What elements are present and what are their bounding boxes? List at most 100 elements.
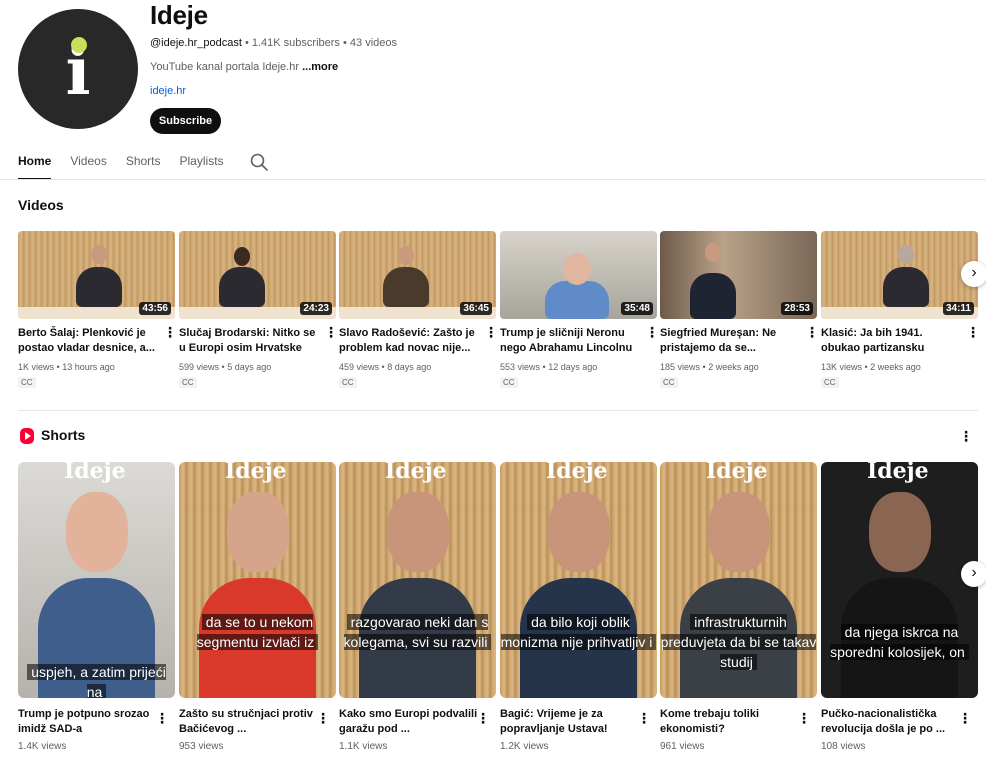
- more-icon[interactable]: ⋮: [797, 711, 811, 725]
- video-title[interactable]: Siegfried Mureşan: Ne pristajemo da se..…: [660, 326, 800, 356]
- more-icon[interactable]: ⋮: [645, 325, 659, 339]
- video-card[interactable]: 28:53 Siegfried Mureşan: Ne pristajemo d…: [660, 231, 819, 390]
- video-age: 13 hours ago: [62, 362, 115, 372]
- short-views: 108 views: [821, 741, 866, 752]
- thumbnail-figure: [76, 267, 122, 307]
- videos-next-arrow-icon[interactable]: ›: [961, 261, 986, 287]
- thumbnail-figure: [545, 281, 609, 319]
- video-title[interactable]: Klasić: Ja bih 1941. obukao partizansku …: [821, 326, 961, 356]
- video-card[interactable]: 35:48 Trump je sličniji Neronu nego Abra…: [500, 231, 659, 390]
- more-link[interactable]: ...more: [302, 61, 338, 73]
- channel-tabs: Home Videos Shorts Playlists: [18, 148, 243, 180]
- video-card[interactable]: 24:23 Slučaj Brodarski: Nitko se u Europ…: [179, 231, 338, 390]
- cc-badge: CC: [339, 377, 357, 388]
- more-icon[interactable]: ⋮: [163, 325, 177, 339]
- short-logo: Ideje: [64, 462, 126, 484]
- video-views: 185 views: [660, 362, 701, 372]
- video-views: 1K views: [18, 362, 55, 372]
- short-logo: Ideje: [546, 462, 608, 484]
- tabs-divider: [0, 179, 986, 180]
- video-card[interactable]: 36:45 Slavo Radošević: Zašto je problem …: [339, 231, 498, 390]
- thumbnail-figure: [383, 267, 429, 307]
- video-card[interactable]: 43:56 Berto Šalaj: Plenković je postao v…: [18, 231, 177, 390]
- short-card[interactable]: Ideje razgovarao neki dan s kolegama, sv…: [339, 462, 496, 752]
- short-thumbnail[interactable]: Ideje da bilo koji oblik monizma nije pr…: [500, 462, 657, 698]
- video-duration: 24:23: [300, 302, 332, 315]
- short-thumbnail[interactable]: Ideje da se to u nekom segmentu izvlači …: [179, 462, 336, 698]
- short-thumbnail[interactable]: Ideje infrastrukturnih preduvjeta da bi …: [660, 462, 817, 698]
- video-age: 5 days ago: [227, 362, 272, 372]
- short-card[interactable]: Ideje infrastrukturnih preduvjeta da bi …: [660, 462, 817, 752]
- short-title[interactable]: Pučko-nacionalistička revolucija došla j…: [821, 707, 961, 737]
- thumbnail-face: [66, 492, 128, 572]
- short-card[interactable]: Ideje uspjeh, a zatim prijeći na Trump j…: [18, 462, 175, 752]
- description-text: YouTube kanal portala Ideje.hr: [150, 61, 300, 73]
- shorts-more-icon[interactable]: ⋮: [959, 429, 973, 443]
- short-card[interactable]: Ideje da bilo koji oblik monizma nije pr…: [500, 462, 657, 752]
- search-icon[interactable]: [249, 152, 269, 172]
- video-views: 459 views: [339, 362, 380, 372]
- video-age: 2 weeks ago: [708, 362, 759, 372]
- thumbnail-figure-head: [91, 245, 107, 264]
- short-views: 1.1K views: [339, 741, 388, 752]
- short-thumbnail[interactable]: Ideje uspjeh, a zatim prijeći na: [18, 462, 175, 698]
- tab-playlists[interactable]: Playlists: [180, 148, 224, 180]
- short-title[interactable]: Zašto su stručnjaci protiv Bačićevog ...: [179, 707, 319, 737]
- tab-home[interactable]: Home: [18, 148, 52, 180]
- channel-link[interactable]: ideje.hr: [150, 85, 186, 97]
- tab-videos[interactable]: Videos: [70, 148, 106, 180]
- short-title[interactable]: Trump je potpuno srozao imidž SAD-a: [18, 707, 158, 737]
- more-icon[interactable]: ⋮: [637, 711, 651, 725]
- video-thumbnail[interactable]: 28:53: [660, 231, 817, 319]
- section-divider: [18, 410, 978, 411]
- short-card[interactable]: Ideje da se to u nekom segmentu izvlači …: [179, 462, 336, 752]
- short-logo: Ideje: [385, 462, 447, 484]
- more-icon[interactable]: ⋮: [476, 711, 490, 725]
- thumbnail-face: [548, 492, 610, 572]
- video-title[interactable]: Trump je sličniji Neronu nego Abrahamu L…: [500, 326, 640, 356]
- video-views: 599 views: [179, 362, 220, 372]
- video-meta: 459 views • 8 days ago: [339, 362, 432, 372]
- video-duration: 43:56: [139, 302, 171, 315]
- videos-section-title[interactable]: Videos: [18, 197, 64, 213]
- video-age: 8 days ago: [387, 362, 432, 372]
- short-card[interactable]: Ideje da njega iskrca na sporedni kolosi…: [821, 462, 978, 752]
- subscribe-button[interactable]: Subscribe: [150, 108, 221, 134]
- channel-avatar[interactable]: i: [18, 9, 138, 129]
- video-title[interactable]: Berto Šalaj: Plenković je postao vladar …: [18, 326, 158, 356]
- video-thumbnail[interactable]: 35:48: [500, 231, 657, 319]
- video-duration: 34:11: [942, 302, 974, 315]
- video-meta: 185 views • 2 weeks ago: [660, 362, 759, 372]
- short-thumbnail[interactable]: Ideje razgovarao neki dan s kolegama, sv…: [339, 462, 496, 698]
- more-icon[interactable]: ⋮: [484, 325, 498, 339]
- short-title[interactable]: Bagić: Vrijeme je za popravljanje Ustava…: [500, 707, 640, 737]
- cc-badge: CC: [179, 377, 197, 388]
- video-thumbnail[interactable]: 24:23: [179, 231, 336, 319]
- video-title[interactable]: Slučaj Brodarski: Nitko se u Europi osim…: [179, 326, 319, 356]
- video-meta: 599 views • 5 days ago: [179, 362, 272, 372]
- more-icon[interactable]: ⋮: [805, 325, 819, 339]
- channel-description[interactable]: YouTube kanal portala Ideje.hr ...more: [150, 61, 338, 73]
- short-title[interactable]: Kako smo Europi podvalili garažu pod ...: [339, 707, 479, 737]
- more-icon[interactable]: ⋮: [324, 325, 338, 339]
- video-card[interactable]: 34:11 Klasić: Ja bih 1941. obukao partiz…: [821, 231, 980, 390]
- video-meta: 553 views • 12 days ago: [500, 362, 598, 372]
- cc-badge: CC: [18, 377, 36, 388]
- thumbnail-figure: [883, 267, 929, 307]
- video-thumbnail[interactable]: 36:45: [339, 231, 496, 319]
- video-views: 553 views: [500, 362, 541, 372]
- short-title[interactable]: Kome trebaju toliki ekonomisti?: [660, 707, 800, 737]
- video-title[interactable]: Slavo Radošević: Zašto je problem kad no…: [339, 326, 479, 356]
- video-views: 13K views: [821, 362, 863, 372]
- shorts-next-arrow-icon[interactable]: ›: [961, 561, 986, 587]
- tab-shorts[interactable]: Shorts: [126, 148, 161, 180]
- video-thumbnail[interactable]: 43:56: [18, 231, 175, 319]
- video-meta: 1K views • 13 hours ago: [18, 362, 115, 372]
- more-icon[interactable]: ⋮: [316, 711, 330, 725]
- more-icon[interactable]: ⋮: [155, 711, 169, 725]
- more-icon[interactable]: ⋮: [966, 325, 980, 339]
- video-thumbnail[interactable]: 34:11: [821, 231, 978, 319]
- more-icon[interactable]: ⋮: [958, 711, 972, 725]
- short-thumbnail[interactable]: Ideje da njega iskrca na sporedni kolosi…: [821, 462, 978, 698]
- shorts-section-title[interactable]: Shorts: [41, 427, 85, 443]
